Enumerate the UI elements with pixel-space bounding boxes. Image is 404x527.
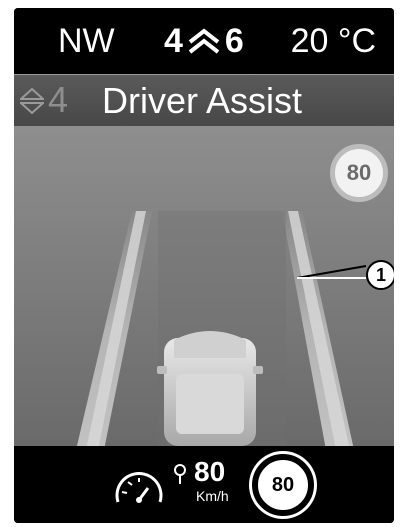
speed-limit-sign: 80	[330, 144, 388, 202]
menu-title-bar[interactable]: 4 Driver Assist	[14, 74, 394, 128]
gear-next: 6	[224, 22, 244, 60]
compass-heading: NW	[58, 22, 115, 60]
driver-assist-screen: 4 Driver Assist 80 1	[14, 74, 394, 446]
menu-title: Driver Assist	[102, 80, 303, 121]
gear-indicator: 4 6	[164, 18, 244, 64]
gear-current: 4	[164, 22, 183, 60]
vehicle-icon	[157, 331, 263, 446]
gear-up-arrow-icon	[188, 28, 220, 54]
up-down-arrows-icon	[20, 88, 44, 114]
callout-marker: 1	[366, 260, 394, 290]
set-speed-value: 80	[194, 456, 226, 487]
speed-limit-badge: 80	[252, 454, 314, 516]
speed-limiter-gauge-icon	[115, 464, 186, 503]
instrument-cluster-display: NW 4 6 20 °C 4 Driver Assist 80 1 80 Km/…	[14, 8, 394, 523]
menu-index: 4	[48, 79, 69, 120]
outside-temperature: 20 °C	[290, 22, 376, 60]
set-speed-unit: Km/h	[196, 488, 229, 504]
bottom-status-bar: 80 Km/h 80	[14, 446, 394, 523]
status-bar: NW 4 6 20 °C	[14, 8, 394, 74]
